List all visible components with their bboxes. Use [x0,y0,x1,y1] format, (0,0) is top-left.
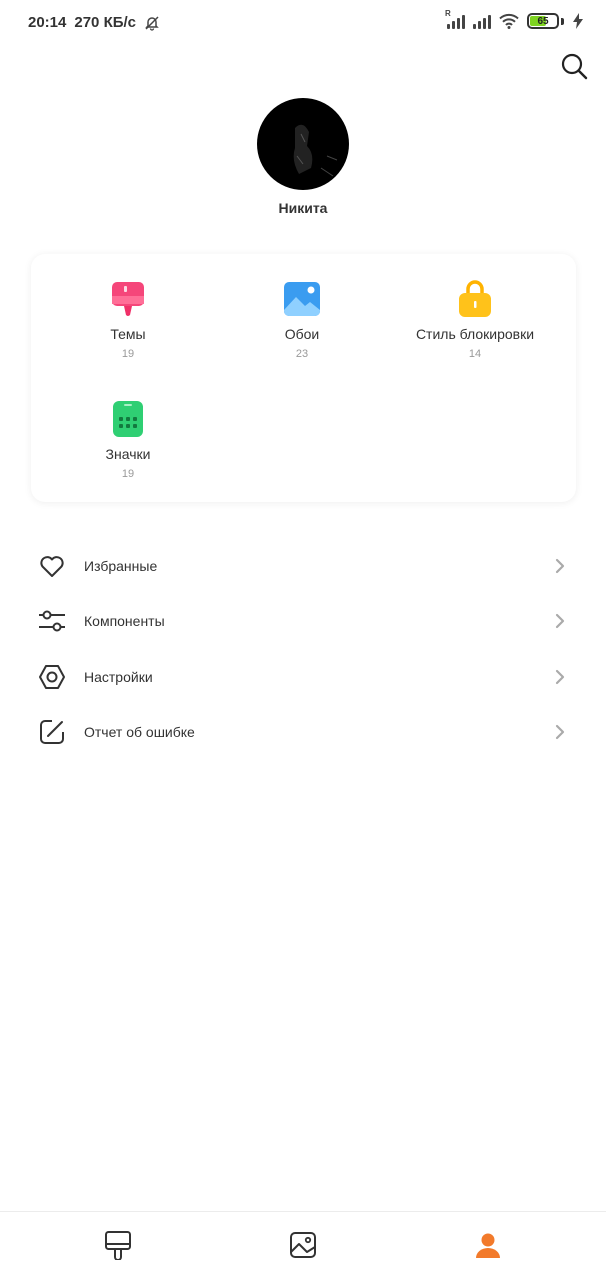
menu-label: Настройки [84,668,153,685]
edit-square-icon [40,720,64,745]
themes-tab-icon[interactable] [103,1230,133,1260]
categories-card: Темы 19 Обои 23 Стиль блокировки 14 Знач [31,254,576,502]
category-count: 14 [468,348,482,360]
search-icon[interactable] [559,51,589,81]
status-left: 20:14 270 КБ/с [28,14,160,31]
chevron-right-icon [555,725,565,740]
menu-item-components[interactable]: Компоненты [0,594,606,650]
wifi-icon [499,13,519,29]
bottom-nav [0,1211,606,1280]
category-count: 23 [295,348,309,360]
menu-item-settings[interactable]: Настройки [0,649,606,705]
profile-name[interactable]: Никита [0,200,606,216]
menu-label: Избранные [84,557,158,574]
category-wallpapers[interactable]: Обои 23 [212,280,392,360]
battery-tip [561,17,564,25]
category-label: Стиль блокировки [415,326,535,342]
category-themes[interactable]: Темы 19 [38,280,218,360]
wallpapers-tab-icon[interactable] [288,1230,318,1260]
category-count: 19 [121,468,135,480]
wallpaper-icon [284,282,320,316]
menu-label: Компоненты [84,613,165,630]
status-speed: 270 КБ/с [74,14,137,31]
theme-brush-icon [112,282,144,316]
lock-style-icon [459,280,491,317]
profile-tab-icon[interactable] [473,1230,503,1260]
avatar[interactable] [257,98,349,190]
roaming-label: R [445,9,451,18]
heart-icon [40,555,64,577]
menu-list: Избранные Компоненты Настройки Отчет об … [0,538,606,760]
category-label: Темы [110,326,146,342]
battery-icon: 65 [527,13,559,29]
avatar-image [293,124,338,177]
icons-grid-icon [113,401,143,437]
category-count: 19 [121,348,135,360]
hexagon-settings-icon [39,664,65,689]
muted-bell-icon [145,15,159,31]
category-label: Обои [284,326,320,342]
chevron-right-icon [555,614,565,629]
menu-item-bug-report[interactable]: Отчет об ошибке [0,705,606,761]
menu-item-favorites[interactable]: Избранные [0,538,606,594]
menu-label: Отчет об ошибке [84,724,195,741]
signal-icon [473,13,491,29]
status-bar: 20:14 270 КБ/с R 65 [0,0,606,48]
status-time: 20:14 [28,14,67,31]
chevron-right-icon [555,558,565,573]
charging-icon [573,13,583,29]
chevron-right-icon [555,669,565,684]
category-icons[interactable]: Значки 19 [38,400,218,480]
status-right: R 65 [445,9,584,29]
sliders-icon [39,610,65,632]
category-lock-style[interactable]: Стиль блокировки 14 [385,280,565,360]
battery-level: 65 [537,15,549,27]
signal-icon: R [445,9,465,29]
category-label: Значки [105,446,151,462]
